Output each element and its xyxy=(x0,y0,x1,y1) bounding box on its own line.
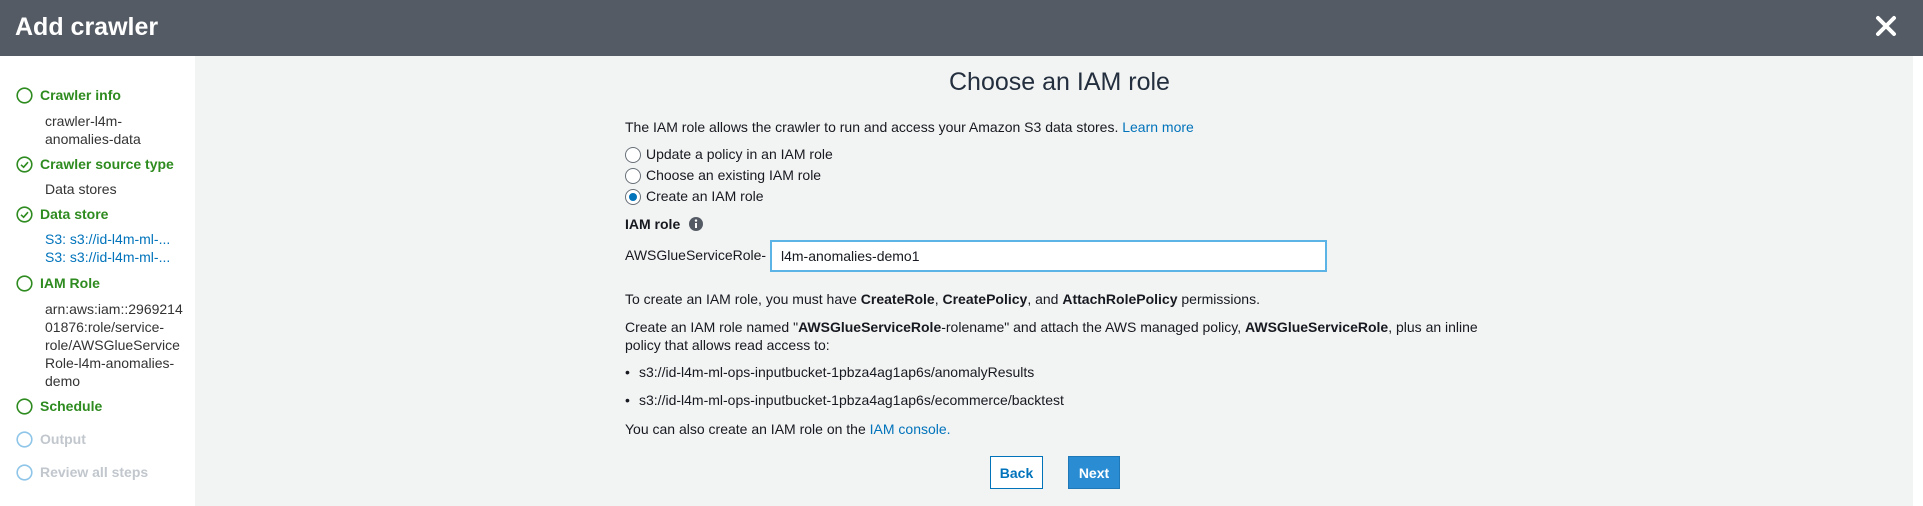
radio-label: Create an IAM role xyxy=(646,188,764,204)
step-detail: Data stores xyxy=(45,181,117,197)
back-button[interactable]: Back xyxy=(990,456,1043,489)
check-circle-icon xyxy=(16,206,33,223)
role-name-bold: AWSGlueServiceRole xyxy=(798,319,942,335)
radio-button-selected[interactable] xyxy=(625,189,641,205)
create-role-note-line2: policy that allows read access to: xyxy=(625,337,830,353)
step-detail: Role-l4m-anomalies- xyxy=(45,355,175,371)
perm-attachrolepolicy: AttachRolePolicy xyxy=(1062,291,1178,307)
step-label: Output xyxy=(40,431,86,447)
permissions-note: To create an IAM role, you must have Cre… xyxy=(625,290,1260,308)
role-name-input[interactable] xyxy=(770,240,1327,272)
data-store-link[interactable]: S3: s3://id-l4m-ml-... xyxy=(45,248,180,266)
radio-button[interactable] xyxy=(625,147,641,163)
radio-button[interactable] xyxy=(625,168,641,184)
circle-icon xyxy=(16,87,33,104)
next-button[interactable]: Next xyxy=(1068,456,1120,489)
circle-icon xyxy=(16,398,33,415)
learn-more-link[interactable]: Learn more xyxy=(1122,119,1194,135)
radio-label: Update a policy in an IAM role xyxy=(646,146,833,162)
text: You can also create an IAM role on the xyxy=(625,421,870,437)
circle-icon xyxy=(16,275,33,292)
step-label: Schedule xyxy=(40,398,103,414)
data-store-link[interactable]: S3: s3://id-l4m-ml-... xyxy=(45,230,180,248)
s3-path: s3://id-l4m-ml-ops-inputbucket-1pbza4ag1… xyxy=(639,392,1064,408)
right-edge xyxy=(1913,56,1923,506)
iam-role-label: IAM role xyxy=(625,216,681,232)
check-circle-icon xyxy=(16,156,33,173)
step-detail: demo xyxy=(45,373,81,389)
create-role-note: Create an IAM role named "AWSGlueService… xyxy=(625,318,1478,336)
step-label: Crawler info xyxy=(40,87,121,103)
console-note: You can also create an IAM role on the I… xyxy=(625,420,951,438)
circle-icon xyxy=(16,464,33,481)
step-detail: anomalies-data xyxy=(45,131,141,147)
role-name-prefix: AWSGlueServiceRole- xyxy=(625,247,767,263)
step-label: Data store xyxy=(40,206,109,222)
dialog-title: Add crawler xyxy=(15,13,159,41)
s3-path-item: s3://id-l4m-ml-ops-inputbucket-1pbza4ag1… xyxy=(625,392,1064,408)
step-label: Review all steps xyxy=(40,464,149,480)
s3-path: s3://id-l4m-ml-ops-inputbucket-1pbza4ag1… xyxy=(639,364,1035,380)
step-detail: arn:aws:iam::2969214 xyxy=(45,301,183,317)
intro-text: The IAM role allows the crawler to run a… xyxy=(625,118,1194,136)
text: permissions. xyxy=(1177,291,1260,307)
text: To create an IAM role, you must have xyxy=(625,291,861,307)
text: , plus an inline xyxy=(1388,319,1478,335)
close-icon[interactable] xyxy=(1872,12,1900,40)
text: Create an IAM role named " xyxy=(625,319,799,335)
perm-createrole: CreateRole xyxy=(860,291,935,307)
managed-policy-bold: AWSGlueServiceRole xyxy=(1245,319,1389,335)
text: , and xyxy=(1027,291,1063,307)
perm-createpolicy: CreatePolicy xyxy=(942,291,1028,307)
step-detail: 01876:role/service- xyxy=(45,319,165,335)
dialog-header: Add crawler xyxy=(0,0,1923,56)
info-icon[interactable] xyxy=(688,216,704,232)
iam-console-link[interactable]: IAM console. xyxy=(870,421,951,437)
step-detail: crawler-l4m- xyxy=(45,113,122,129)
text: -rolename" and attach the AWS managed po… xyxy=(941,319,1246,335)
circle-icon xyxy=(16,431,33,448)
page-title: Choose an IAM role xyxy=(949,68,1170,96)
intro-text-body: The IAM role allows the crawler to run a… xyxy=(625,119,1119,135)
step-label: IAM Role xyxy=(40,275,100,291)
s3-path-item: s3://id-l4m-ml-ops-inputbucket-1pbza4ag1… xyxy=(625,364,1034,380)
radio-label: Choose an existing IAM role xyxy=(646,167,822,183)
step-label: Crawler source type xyxy=(40,156,174,172)
step-detail: role/AWSGlueService xyxy=(45,337,180,353)
